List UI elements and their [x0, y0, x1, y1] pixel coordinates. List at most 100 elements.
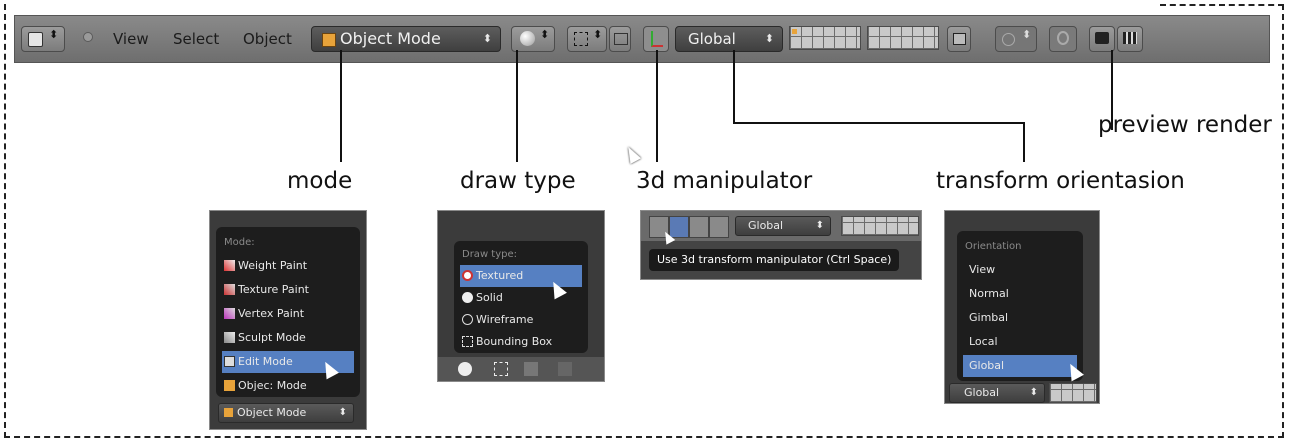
chevron-updown-icon: ⬍: [540, 28, 550, 41]
orientation-current-select[interactable]: Global ⬍: [949, 383, 1045, 403]
draw-item-textured[interactable]: Textured: [460, 265, 582, 287]
vertex-paint-icon: [224, 308, 235, 319]
chevron-updown-icon: ⬍: [1029, 387, 1038, 398]
draw-item-wireframe[interactable]: Wireframe: [460, 309, 582, 331]
draw-item-label: Bounding Box: [476, 335, 553, 348]
draw-item-label: Textured: [476, 269, 524, 282]
wireframe-icon: [462, 314, 473, 325]
mode-menu-screenshot: Mode: Weight Paint Texture Paint Vertex …: [209, 210, 367, 430]
draw-menu-header: Draw type:: [462, 249, 518, 260]
orientation-menu-header: Orientation: [965, 241, 1022, 252]
origins-icon: [614, 33, 628, 45]
mode-select[interactable]: Object Mode ⬍: [311, 26, 501, 52]
orientation-item-gimbal[interactable]: Gimbal: [963, 307, 1077, 329]
clapperboard-icon: [1123, 32, 1137, 44]
mode-item-sculpt-mode[interactable]: Sculpt Mode: [222, 327, 354, 349]
orientation-item-view[interactable]: View: [963, 259, 1077, 281]
manipulator-toggle-button[interactable]: [643, 26, 669, 52]
scale-icon[interactable]: [709, 216, 729, 238]
object-mode-icon: [224, 380, 235, 391]
origins-icon: [524, 362, 538, 376]
chevron-updown-icon: ⬍: [482, 32, 492, 45]
mode-callout-line: [340, 50, 342, 162]
draw-item-label: Solid: [476, 291, 503, 304]
mode-current-select[interactable]: Object Mode ⬍: [218, 403, 354, 423]
draw-item-bounding-box[interactable]: Bounding Box: [460, 331, 582, 353]
orientation-item-normal[interactable]: Normal: [963, 283, 1077, 305]
draw-type-button[interactable]: ⬍: [511, 26, 555, 52]
chevron-updown-icon: ⬍: [49, 28, 59, 41]
draw-item-label: Wireframe: [476, 313, 534, 326]
orientation-callout-line-a: [733, 50, 735, 124]
active-layer-dot: [792, 29, 797, 34]
proportional-edit-button[interactable]: ⬍: [995, 26, 1037, 52]
render-animation-button[interactable]: [1117, 26, 1143, 52]
layers-grid[interactable]: [1049, 383, 1097, 403]
textured-icon: [462, 270, 473, 281]
object-mode-icon: [322, 33, 336, 47]
solid-icon: [462, 292, 473, 303]
mode-menu-header: Mode:: [224, 237, 255, 248]
dashed-frame-top: [1160, 4, 1284, 6]
pivot-icon: [494, 362, 508, 376]
mode-item-label: Weight Paint: [238, 259, 308, 272]
chevron-updown-icon: ⬍: [1022, 28, 1032, 41]
layers-grid[interactable]: [841, 216, 919, 236]
mode-select-value: Object Mode: [340, 29, 441, 48]
mode-item-vertex-paint[interactable]: Vertex Paint: [222, 303, 354, 325]
proportional-edit-icon: [1002, 33, 1015, 46]
collapse-menus-icon[interactable]: [83, 32, 93, 42]
transform-orientation-select[interactable]: Global ⬍: [675, 26, 783, 52]
only-origins-button[interactable]: [609, 26, 631, 52]
draw-type-dropdown-menu: Draw type: Textured Solid Wireframe Boun…: [454, 241, 588, 353]
draw-type-menu-screenshot: Draw type: Textured Solid Wireframe Boun…: [437, 210, 605, 382]
orientation-item-local[interactable]: Local: [963, 331, 1077, 353]
editor-type-button[interactable]: ⬍: [21, 26, 65, 52]
menu-view[interactable]: View: [113, 26, 149, 52]
orientation-select-value: Global: [688, 30, 736, 48]
mode-item-label: Texture Paint: [238, 283, 309, 296]
mode-item-object-mode[interactable]: Objec: Mode: [222, 375, 354, 397]
object-mode-icon: [224, 408, 233, 417]
pivot-point-button[interactable]: ⬍: [567, 26, 607, 52]
snap-button[interactable]: [1049, 26, 1077, 52]
lock-layers-button[interactable]: [947, 26, 971, 52]
manipulator-callout-line: [656, 50, 658, 162]
bounding-box-icon: [462, 336, 473, 347]
sculpt-icon: [224, 332, 235, 343]
edit-mode-icon: [224, 356, 235, 367]
mode-item-label: Sculpt Mode: [238, 331, 306, 344]
weight-paint-icon: [224, 260, 235, 271]
camera-icon: [1095, 32, 1109, 44]
draw-type-header-strip: [438, 357, 604, 381]
orientation-dropdown-menu: Orientation View Normal Gimbal Local Glo…: [957, 231, 1083, 381]
orientation-current-value: Global: [964, 386, 1000, 399]
texture-paint-icon: [224, 284, 235, 295]
rotate-icon[interactable]: [689, 216, 709, 238]
manipulator-orientation-select[interactable]: Global ⬍: [735, 216, 831, 236]
layers-grid-right[interactable]: [867, 26, 939, 50]
manipulator-orientation-value: Global: [748, 219, 784, 232]
menu-select[interactable]: Select: [173, 26, 219, 52]
draw-type-callout-line: [516, 50, 518, 162]
mode-item-label: Objec: Mode: [238, 379, 307, 392]
mode-item-label: Edit Mode: [238, 355, 293, 368]
cube-icon: [28, 32, 43, 47]
layers-grid-left[interactable]: [789, 26, 861, 50]
mode-current-value: Object Mode: [237, 406, 307, 419]
draw-type-label: draw type: [460, 168, 576, 194]
manipulator-icon: [558, 362, 572, 376]
sphere-icon: [458, 362, 472, 376]
render-preview-button[interactable]: [1089, 26, 1115, 52]
mode-item-label: Vertex Paint: [238, 307, 305, 320]
mode-label: mode: [287, 168, 353, 194]
manipulator-tooltip: Use 3d transform manipulator (Ctrl Space…: [649, 249, 900, 271]
orientation-item-global[interactable]: Global: [963, 355, 1077, 377]
preview-render-label: preview render: [1098, 112, 1272, 138]
orientation-label: transform orientasion: [936, 168, 1185, 194]
chevron-updown-icon: ⬍: [338, 407, 347, 418]
orientation-menu-screenshot: Orientation View Normal Gimbal Local Glo…: [944, 210, 1100, 404]
mode-item-texture-paint[interactable]: Texture Paint: [222, 279, 354, 301]
menu-object[interactable]: Object: [243, 26, 292, 52]
mode-item-weight-paint[interactable]: Weight Paint: [222, 255, 354, 277]
